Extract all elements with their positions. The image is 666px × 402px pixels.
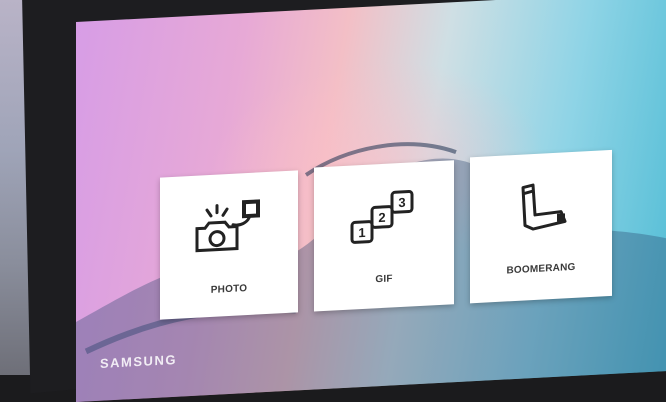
photo-option-tile[interactable]: PHOTO xyxy=(160,170,298,320)
photo-label: PHOTO xyxy=(210,283,248,296)
frame-number-3: 3 xyxy=(398,195,405,210)
display-screen: PHOTO 1 2 3 GIF BOOMERANG xyxy=(76,0,666,402)
gif-option-tile[interactable]: 1 2 3 GIF xyxy=(314,160,454,312)
numbered-frames-icon: 1 2 3 xyxy=(339,184,429,259)
frame-number-1: 1 xyxy=(358,225,365,240)
frame-number-2: 2 xyxy=(378,210,385,225)
gif-label: GIF xyxy=(375,273,393,286)
camera-photos-icon xyxy=(184,194,274,269)
boomerang-label: BOOMERANG xyxy=(506,261,576,277)
boomerang-option-tile[interactable]: BOOMERANG xyxy=(470,149,612,304)
boomerang-icon xyxy=(496,173,586,248)
